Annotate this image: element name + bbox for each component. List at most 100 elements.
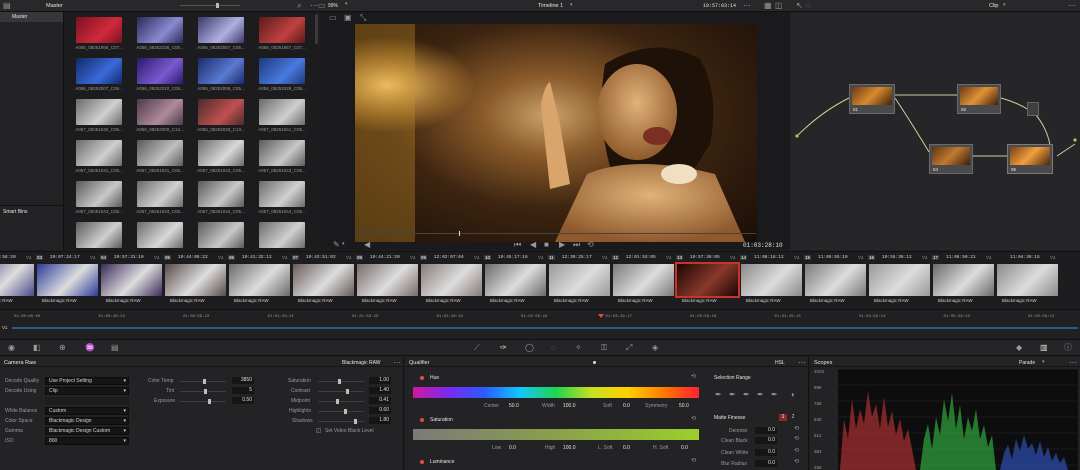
media-clip-thumbnail[interactable] [259, 222, 305, 248]
saturation-slider[interactable] [318, 379, 364, 384]
saturation-reset-icon[interactable]: ⟲ [691, 416, 696, 422]
clip-header[interactable]: 11:04:38:15 V1 [996, 254, 1060, 262]
blur-radius-reset-icon[interactable]: ⟲ [794, 459, 799, 465]
qualifier-icon[interactable]: ✑ [500, 344, 507, 352]
qualifier-options-icon[interactable]: ⋯ [798, 359, 806, 367]
thumbnail-size-slider[interactable] [180, 3, 240, 8]
clip-thumbnail[interactable] [805, 264, 866, 296]
color-temp-slider[interactable] [180, 379, 226, 384]
clip-header[interactable]: 05 10:44:06:22 V1 [164, 254, 228, 262]
highlights-value[interactable]: 0.60 [369, 407, 391, 414]
color-wheels-icon[interactable]: ⊕ [59, 344, 66, 352]
media-clip-thumbnail[interactable] [137, 58, 183, 84]
viewer-layout-icon[interactable]: ▦ [764, 2, 772, 10]
media-pool-scrollbar[interactable] [315, 14, 318, 44]
node-editor-view-icon[interactable]: ◌ [806, 2, 811, 10]
qualifier-mode[interactable]: HSL [775, 360, 785, 366]
viewer-scrubber[interactable] [356, 231, 756, 236]
shadows-slider[interactable] [318, 419, 364, 424]
scopes-mode-dropdown-icon[interactable]: ▾ [1042, 360, 1045, 365]
media-clip-thumbnail[interactable] [259, 99, 305, 125]
go-to-start-icon[interactable]: ⏮ [514, 241, 521, 249]
node-04[interactable]: 04 [929, 144, 973, 174]
media-clip-thumbnail[interactable] [76, 181, 122, 207]
hue-enable-dot[interactable] [420, 376, 424, 380]
loop-icon[interactable]: ⟲ [587, 241, 594, 249]
decode-quality-select[interactable]: Use Project Setting ▾ [45, 377, 129, 385]
image-wipe-icon[interactable]: ▭ [329, 14, 337, 22]
clip-thumbnail[interactable] [549, 264, 610, 296]
clip-header[interactable]: 0222:38:58:20V1 [0, 254, 36, 262]
exposure-slider[interactable] [180, 399, 226, 404]
sat-lsoft-value[interactable]: 0.0 [623, 445, 630, 451]
smart-bins-header[interactable]: Smart Bins [0, 205, 63, 215]
clip-thumbnail[interactable] [741, 264, 802, 296]
blur-icon[interactable]: ✧ [575, 344, 582, 352]
clip-thumbnail[interactable] [485, 264, 546, 296]
clip-header[interactable]: 14 11:08:18:12 V1 [740, 254, 804, 262]
clip-header[interactable]: 13 19:57:38:05 V1 [676, 254, 740, 262]
curves-icon[interactable]: ⟋ [474, 344, 480, 352]
clip-thumbnail[interactable] [0, 264, 34, 296]
timeline-name[interactable]: Timeline 1 [538, 3, 563, 9]
clip-header[interactable]: 10 10:45:17:16 V1 [484, 254, 548, 262]
scopes-icon[interactable]: ▥ [1040, 344, 1048, 352]
node-editor-pointer-icon[interactable]: ↖ [796, 2, 803, 10]
split-screen-icon[interactable]: ▣ [344, 14, 352, 22]
media-clip-thumbnail[interactable] [76, 140, 122, 166]
sat-hsoft-value[interactable]: 0.0 [681, 445, 688, 451]
matte-finesse-1[interactable]: 1 [779, 414, 787, 421]
viewer-transform-icon[interactable]: ⤡ [360, 14, 366, 22]
motion-effects-icon[interactable]: ▤ [111, 344, 119, 352]
sizing-icon[interactable]: ⤢ [626, 344, 632, 352]
node-mode[interactable]: Clip [989, 3, 998, 9]
saturation-enable-dot[interactable] [420, 418, 424, 422]
color-temp-value[interactable]: 3850 [232, 377, 254, 384]
3d-icon[interactable]: ◈ [652, 344, 658, 352]
hue-soft-value[interactable]: 0.0 [623, 403, 630, 409]
white-balance-select[interactable]: Custom ▾ [45, 407, 129, 415]
gamma-select[interactable]: Blackmagic Design Custom ▾ [45, 427, 129, 435]
info-icon[interactable]: ⓘ [1064, 344, 1072, 352]
picker-icon[interactable]: ✒ [715, 391, 722, 399]
media-clip-thumbnail[interactable] [259, 17, 305, 43]
camera-raw-icon[interactable]: ◉ [8, 344, 15, 352]
hue-symmetry-value[interactable]: 50.0 [679, 403, 689, 409]
clip-thumbnail[interactable] [997, 264, 1058, 296]
media-clip-thumbnail[interactable] [259, 181, 305, 207]
clip-header[interactable]: 09 12:02:07:04 V1 [420, 254, 484, 262]
tint-value[interactable]: 5 [232, 387, 254, 394]
media-clip-thumbnail[interactable] [198, 99, 244, 125]
key-icon[interactable]: ⚿ [601, 344, 607, 352]
window-icon[interactable]: ◯ [525, 344, 534, 352]
media-clip-thumbnail[interactable] [76, 17, 122, 43]
mini-timeline[interactable]: 01:00:00:00 01:00:29:23 01:00:59:22 01:01:2… [0, 309, 1080, 339]
clip-thumbnail[interactable] [37, 264, 98, 296]
viewer-frame[interactable] [355, 24, 757, 242]
clip-header[interactable]: 15 11:05:55:19 V1 [804, 254, 868, 262]
midpoint-slider[interactable] [318, 399, 364, 404]
clean-white-value[interactable]: 0.0 [755, 449, 777, 456]
picker-plus-icon[interactable]: ✒ [743, 391, 750, 399]
media-clip-thumbnail[interactable] [198, 58, 244, 84]
clip-thumbnail[interactable] [613, 264, 674, 296]
invert-icon[interactable]: ◐ [791, 391, 796, 399]
saturation-bar[interactable] [413, 429, 699, 440]
shadows-value[interactable]: 1.80 [369, 417, 391, 424]
highlights-slider[interactable] [318, 409, 364, 414]
camera-raw-options-icon[interactable]: ⋯ [393, 359, 401, 367]
contrast-slider[interactable] [318, 389, 364, 394]
media-clip-thumbnail[interactable] [198, 140, 244, 166]
sat-low-value[interactable]: 0.0 [509, 445, 516, 451]
clip-thumbnail[interactable] [869, 264, 930, 296]
media-clip-thumbnail[interactable] [259, 58, 305, 84]
media-clip-thumbnail[interactable] [137, 17, 183, 43]
luminance-reset-icon[interactable]: ⟲ [691, 458, 696, 464]
feather-plus-icon[interactable]: ✒ [771, 391, 778, 399]
clean-black-value[interactable]: 0.0 [755, 437, 777, 444]
exposure-value[interactable]: 0.50 [232, 397, 254, 404]
keyframes-icon[interactable]: ◆ [1016, 344, 1022, 352]
clip-header[interactable]: 04 20:57:31:10 V1 [100, 254, 164, 262]
clip-thumbnail[interactable] [293, 264, 354, 296]
media-clip-thumbnail[interactable] [198, 17, 244, 43]
